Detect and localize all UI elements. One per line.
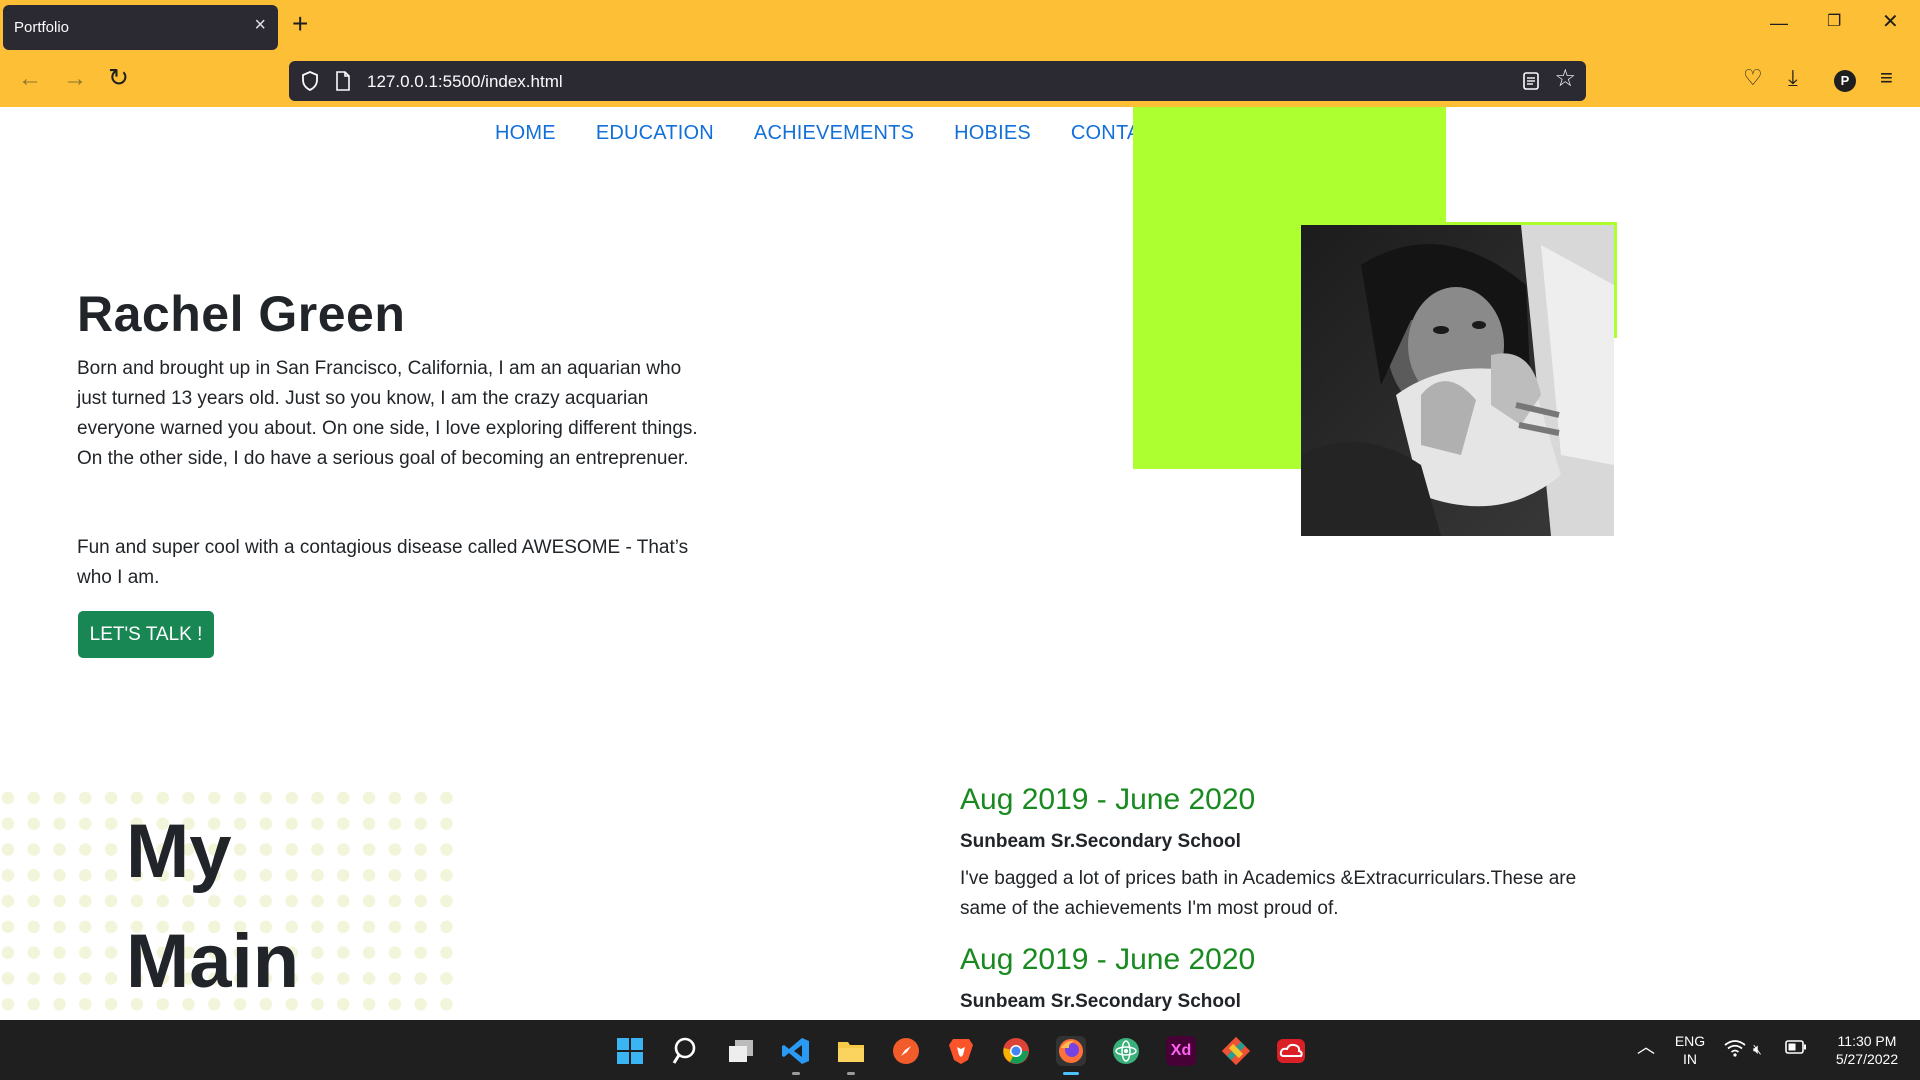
- site-nav: HOME EDUCATION ACHIEVEMENTS HOBIES CONTA…: [495, 122, 1167, 145]
- education-date: Aug 2019 - June 2020: [960, 943, 1256, 976]
- shield-icon[interactable]: [299, 70, 321, 92]
- web-page: HOME EDUCATION ACHIEVEMENTS HOBIES CONTA…: [0, 107, 1920, 1020]
- chrome-icon[interactable]: [1001, 1036, 1031, 1066]
- section-title-line-2: Main: [126, 919, 300, 1004]
- reload-icon[interactable]: ↻: [108, 66, 129, 91]
- nav-education-link[interactable]: EDUCATION: [596, 122, 714, 145]
- new-tab-icon[interactable]: +: [292, 10, 308, 38]
- windows-start-icon[interactable]: [615, 1036, 645, 1066]
- profile-avatar[interactable]: P: [1834, 70, 1856, 92]
- task-view-icon[interactable]: [726, 1036, 756, 1066]
- section-title-line-1: My: [126, 809, 232, 894]
- atom-icon[interactable]: [1111, 1036, 1141, 1066]
- url-bar[interactable]: 127.0.0.1:5500/index.html ☆: [289, 61, 1586, 101]
- close-window-icon[interactable]: ✕: [1882, 12, 1899, 32]
- lets-talk-button[interactable]: LET'S TALK !: [78, 611, 214, 658]
- menu-icon[interactable]: ≡: [1880, 67, 1893, 89]
- speaker-muted-icon[interactable]: 🔇︎: [1753, 1040, 1762, 1058]
- hero-bio: Born and brought up in San Francisco, Ca…: [77, 358, 698, 469]
- creative-cloud-icon[interactable]: [1276, 1036, 1306, 1066]
- git-icon[interactable]: [1221, 1036, 1251, 1066]
- tab-title: Portfolio: [14, 19, 70, 36]
- hero-tagline: Fun and super cool with a contagious dis…: [77, 537, 689, 588]
- chevron-up-icon[interactable]: ︿: [1637, 1038, 1655, 1056]
- compass-icon[interactable]: [891, 1036, 921, 1066]
- url-text[interactable]: 127.0.0.1:5500/index.html: [367, 72, 563, 92]
- region-code: IN: [1683, 1051, 1697, 1067]
- profile-photo: [1301, 225, 1614, 536]
- forward-icon[interactable]: →: [63, 67, 87, 91]
- education-school: Sunbeam Sr.Secondary School: [960, 831, 1241, 852]
- clock[interactable]: 11:30 PM 5/27/2022: [1822, 1032, 1912, 1068]
- taskbar: Xd ︿ ENG IN 🔇︎ 11:30 PM 5/27/2022: [0, 1020, 1920, 1080]
- vscode-icon[interactable]: [781, 1036, 811, 1066]
- tab-close-icon[interactable]: ×: [254, 15, 266, 35]
- nav-achievements-link[interactable]: ACHIEVEMENTS: [754, 122, 914, 145]
- minimize-icon[interactable]: —: [1770, 14, 1788, 32]
- firefox-icon[interactable]: [1056, 1036, 1086, 1066]
- language-indicator[interactable]: ENG IN: [1670, 1032, 1710, 1068]
- education-school: Sunbeam Sr.Secondary School: [960, 991, 1241, 1012]
- back-icon[interactable]: ←: [18, 67, 42, 91]
- brave-icon[interactable]: [946, 1036, 976, 1066]
- education-description: I've bagged a lot of prices bath in Acad…: [960, 868, 1577, 919]
- clock-date: 5/27/2022: [1835, 1051, 1899, 1067]
- file-explorer-icon[interactable]: [836, 1036, 866, 1066]
- page-icon: [336, 71, 350, 91]
- clock-time: 11:30 PM: [1837, 1033, 1897, 1049]
- education-date: Aug 2019 - June 2020: [960, 783, 1256, 816]
- running-indicator: [792, 1072, 800, 1075]
- nav-hobies-link[interactable]: HOBIES: [954, 122, 1031, 145]
- bookmark-star-icon[interactable]: ☆: [1554, 67, 1576, 91]
- navigation-toolbar: ← → ↻ 127.0.0.1:5500/index.html ☆ ♡ ⤓ P …: [0, 55, 1920, 107]
- hero-name: Rachel Green: [77, 286, 406, 342]
- tab-bar: Portfolio × + — ❐ ✕: [0, 0, 1920, 55]
- reader-view-icon[interactable]: [1522, 71, 1540, 91]
- nav-home-link[interactable]: HOME: [495, 122, 556, 145]
- adobe-xd-icon[interactable]: Xd: [1166, 1036, 1196, 1066]
- language-code: ENG: [1674, 1033, 1706, 1049]
- restore-icon[interactable]: ❐: [1827, 14, 1841, 30]
- active-indicator: [1063, 1072, 1079, 1075]
- pocket-icon[interactable]: ♡: [1743, 67, 1763, 89]
- wifi-icon[interactable]: [1724, 1039, 1746, 1061]
- search-icon[interactable]: [671, 1036, 701, 1066]
- browser-tab[interactable]: Portfolio ×: [3, 5, 278, 50]
- download-icon[interactable]: ⤓: [1788, 67, 1798, 89]
- section-title: My Main: [126, 797, 299, 1017]
- running-indicator: [847, 1072, 855, 1075]
- battery-icon[interactable]: [1785, 1040, 1807, 1058]
